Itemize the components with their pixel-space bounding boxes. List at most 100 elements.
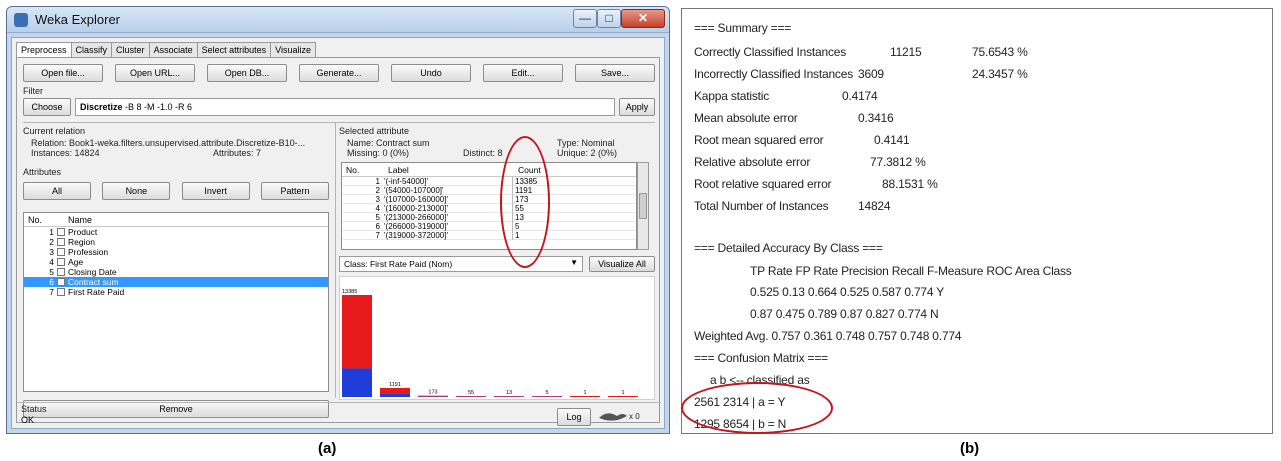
edit-button[interactable]: Edit... — [483, 64, 563, 82]
close-button[interactable]: ✕ — [621, 9, 665, 28]
detail-row-n: 0.87 0.475 0.789 0.87 0.827 0.774 N — [750, 307, 939, 321]
save-button[interactable]: Save... — [575, 64, 655, 82]
weka-bird-icon: x 0 — [597, 408, 641, 424]
value-row-no: 2 — [375, 186, 380, 195]
open-url-button[interactable]: Open URL... — [115, 64, 195, 82]
value-row[interactable]: 4 '(160000-213000]' 55 — [342, 204, 636, 213]
summary-value: 0.4141 — [874, 133, 910, 147]
value-row[interactable]: 7 '(319000-372000]' 1 — [342, 231, 636, 240]
value-row-label: '(107000-160000]' — [384, 195, 448, 204]
chevron-down-icon: ▼ — [570, 258, 578, 267]
select-none-button[interactable]: None — [102, 182, 171, 200]
value-row-no: 4 — [375, 204, 380, 213]
histogram-count-label: 13385 — [342, 289, 357, 295]
attribute-row-no: 1 — [49, 227, 54, 237]
attribute-checkbox[interactable] — [57, 248, 65, 256]
value-row-label: '(160000-213000]' — [384, 204, 448, 213]
selected-attribute-label: Selected attribute — [339, 126, 410, 136]
attr-col-no: No. — [28, 215, 43, 225]
filter-box: Choose Discretize -B 8 -M -1.0 -R 6 Appl… — [23, 98, 655, 116]
summary-label: Incorrectly Classified Instances — [694, 67, 853, 81]
value-row-no: 7 — [375, 231, 380, 240]
attribute-checkbox[interactable] — [57, 278, 65, 286]
attribute-checkbox[interactable] — [57, 288, 65, 296]
histogram-bar-class-a — [380, 387, 410, 394]
tab-select-attributes[interactable]: Select attributes — [196, 42, 272, 58]
tab-cluster[interactable]: Cluster — [111, 42, 150, 58]
tab-visualize[interactable]: Visualize — [270, 42, 316, 58]
attribute-row-name: First Rate Paid — [68, 287, 125, 297]
value-row[interactable]: 1 '(-inf-54000]' 13385 — [342, 177, 636, 186]
histogram-count-label: 13 — [506, 390, 512, 396]
apply-filter-button[interactable]: Apply — [619, 98, 655, 116]
choose-filter-button[interactable]: Choose — [23, 98, 71, 116]
minimize-button[interactable]: — — [573, 9, 597, 28]
value-table[interactable]: No. Label Count 1 '(-inf-54000]' 13385 2 '(5… — [341, 162, 637, 250]
attribute-row[interactable]: 4 Age — [24, 257, 328, 267]
attribute-row-no: 6 — [49, 277, 54, 287]
value-row[interactable]: 6 '(266000-319000]' 5 — [342, 222, 636, 231]
select-all-button[interactable]: All — [23, 182, 91, 200]
attribute-row[interactable]: 5 Closing Date — [24, 267, 328, 277]
value-row[interactable]: 3 '(107000-160000]' 173 — [342, 195, 636, 204]
summary-label: Correctly Classified Instances — [694, 45, 847, 59]
attribute-list[interactable]: No. Name 1 Product 2 Region 3 Profession 4 Age 5… — [23, 212, 329, 392]
value-row-no: 3 — [375, 195, 380, 204]
attribute-row[interactable]: 6 Contract sum — [24, 277, 328, 287]
detail-columns: TP Rate FP Rate Precision Recall F-Measu… — [750, 264, 1072, 278]
attribute-checkbox[interactable] — [57, 258, 65, 266]
summary-value: 14824 — [858, 199, 891, 213]
histogram-count-label: 5 — [545, 390, 548, 396]
attribute-row-no: 2 — [49, 237, 54, 247]
invert-selection-button[interactable]: Invert — [181, 182, 250, 200]
window-title: Weka Explorer — [35, 12, 121, 27]
vertical-divider — [335, 122, 336, 398]
attribute-row-no: 4 — [49, 257, 54, 267]
attribute-row-name: Closing Date — [68, 267, 117, 277]
attribute-row[interactable]: 1 Product — [24, 227, 328, 237]
undo-button[interactable]: Undo — [391, 64, 471, 82]
value-row-no: 6 — [375, 222, 380, 231]
attr-col-name: Name — [68, 215, 93, 225]
classifier-output-panel: === Summary === Correctly Classified Ins… — [681, 8, 1273, 434]
class-attribute-select[interactable]: Class: First Rate Paid (Nom) ▼ — [339, 256, 583, 272]
annotation-circle-count — [500, 136, 550, 268]
generate-button[interactable]: Generate... — [299, 64, 379, 82]
attribute-row-name: Profession — [68, 247, 109, 257]
tab-classify[interactable]: Classify — [70, 42, 113, 58]
attribute-checkbox[interactable] — [57, 228, 65, 236]
attribute-row-name: Contract sum — [68, 277, 119, 287]
summary-value: 0.3416 — [858, 111, 894, 125]
attribute-row[interactable]: 3 Profession — [24, 247, 328, 257]
attribute-checkbox[interactable] — [57, 238, 65, 246]
current-relation-label: Current relation — [23, 126, 86, 136]
value-table-scrollbar[interactable] — [637, 162, 649, 250]
histogram-count-label: 1 — [621, 390, 624, 396]
worker-count: x 0 — [629, 412, 640, 421]
open-db-button[interactable]: Open DB... — [207, 64, 287, 82]
attribute-row[interactable]: 2 Region — [24, 237, 328, 247]
maximize-button[interactable]: □ — [597, 9, 621, 28]
class-histogram: 13385 1191 173 55 13 5 1 1 — [339, 276, 655, 400]
title-bar: Weka Explorer — □ ✕ — [7, 7, 669, 33]
log-button[interactable]: Log — [557, 408, 591, 426]
attribute-checkbox[interactable] — [57, 268, 65, 276]
tab-bar: Preprocess Classify Cluster Associate Se… — [16, 42, 316, 59]
summary-value: 3609 — [858, 67, 884, 81]
visualize-all-button[interactable]: Visualize All — [589, 256, 655, 272]
open-file-button[interactable]: Open file... — [23, 64, 103, 82]
tab-associate[interactable]: Associate — [148, 42, 198, 58]
histogram-bar-class-b — [342, 368, 372, 397]
attribute-row[interactable]: 7 First Rate Paid — [24, 287, 328, 297]
value-row[interactable]: 2 '(54000-107000]' 1191 — [342, 186, 636, 195]
pattern-button[interactable]: Pattern — [260, 182, 329, 200]
attributes-section-label: Attributes — [23, 167, 62, 177]
attribute-row-name: Age — [68, 257, 84, 267]
weka-explorer-window: Weka Explorer — □ ✕ Preprocess Classify … — [6, 6, 670, 434]
attribute-list-header: No. Name — [24, 213, 328, 227]
scrollbar-thumb[interactable] — [639, 193, 647, 219]
histogram-bar-class-a — [608, 396, 638, 397]
summary-label: Relative absolute error — [694, 155, 811, 169]
filter-spec-field[interactable]: Discretize -B 8 -M -1.0 -R 6 — [75, 98, 615, 116]
value-row[interactable]: 5 '(213000-266000]' 13 — [342, 213, 636, 222]
